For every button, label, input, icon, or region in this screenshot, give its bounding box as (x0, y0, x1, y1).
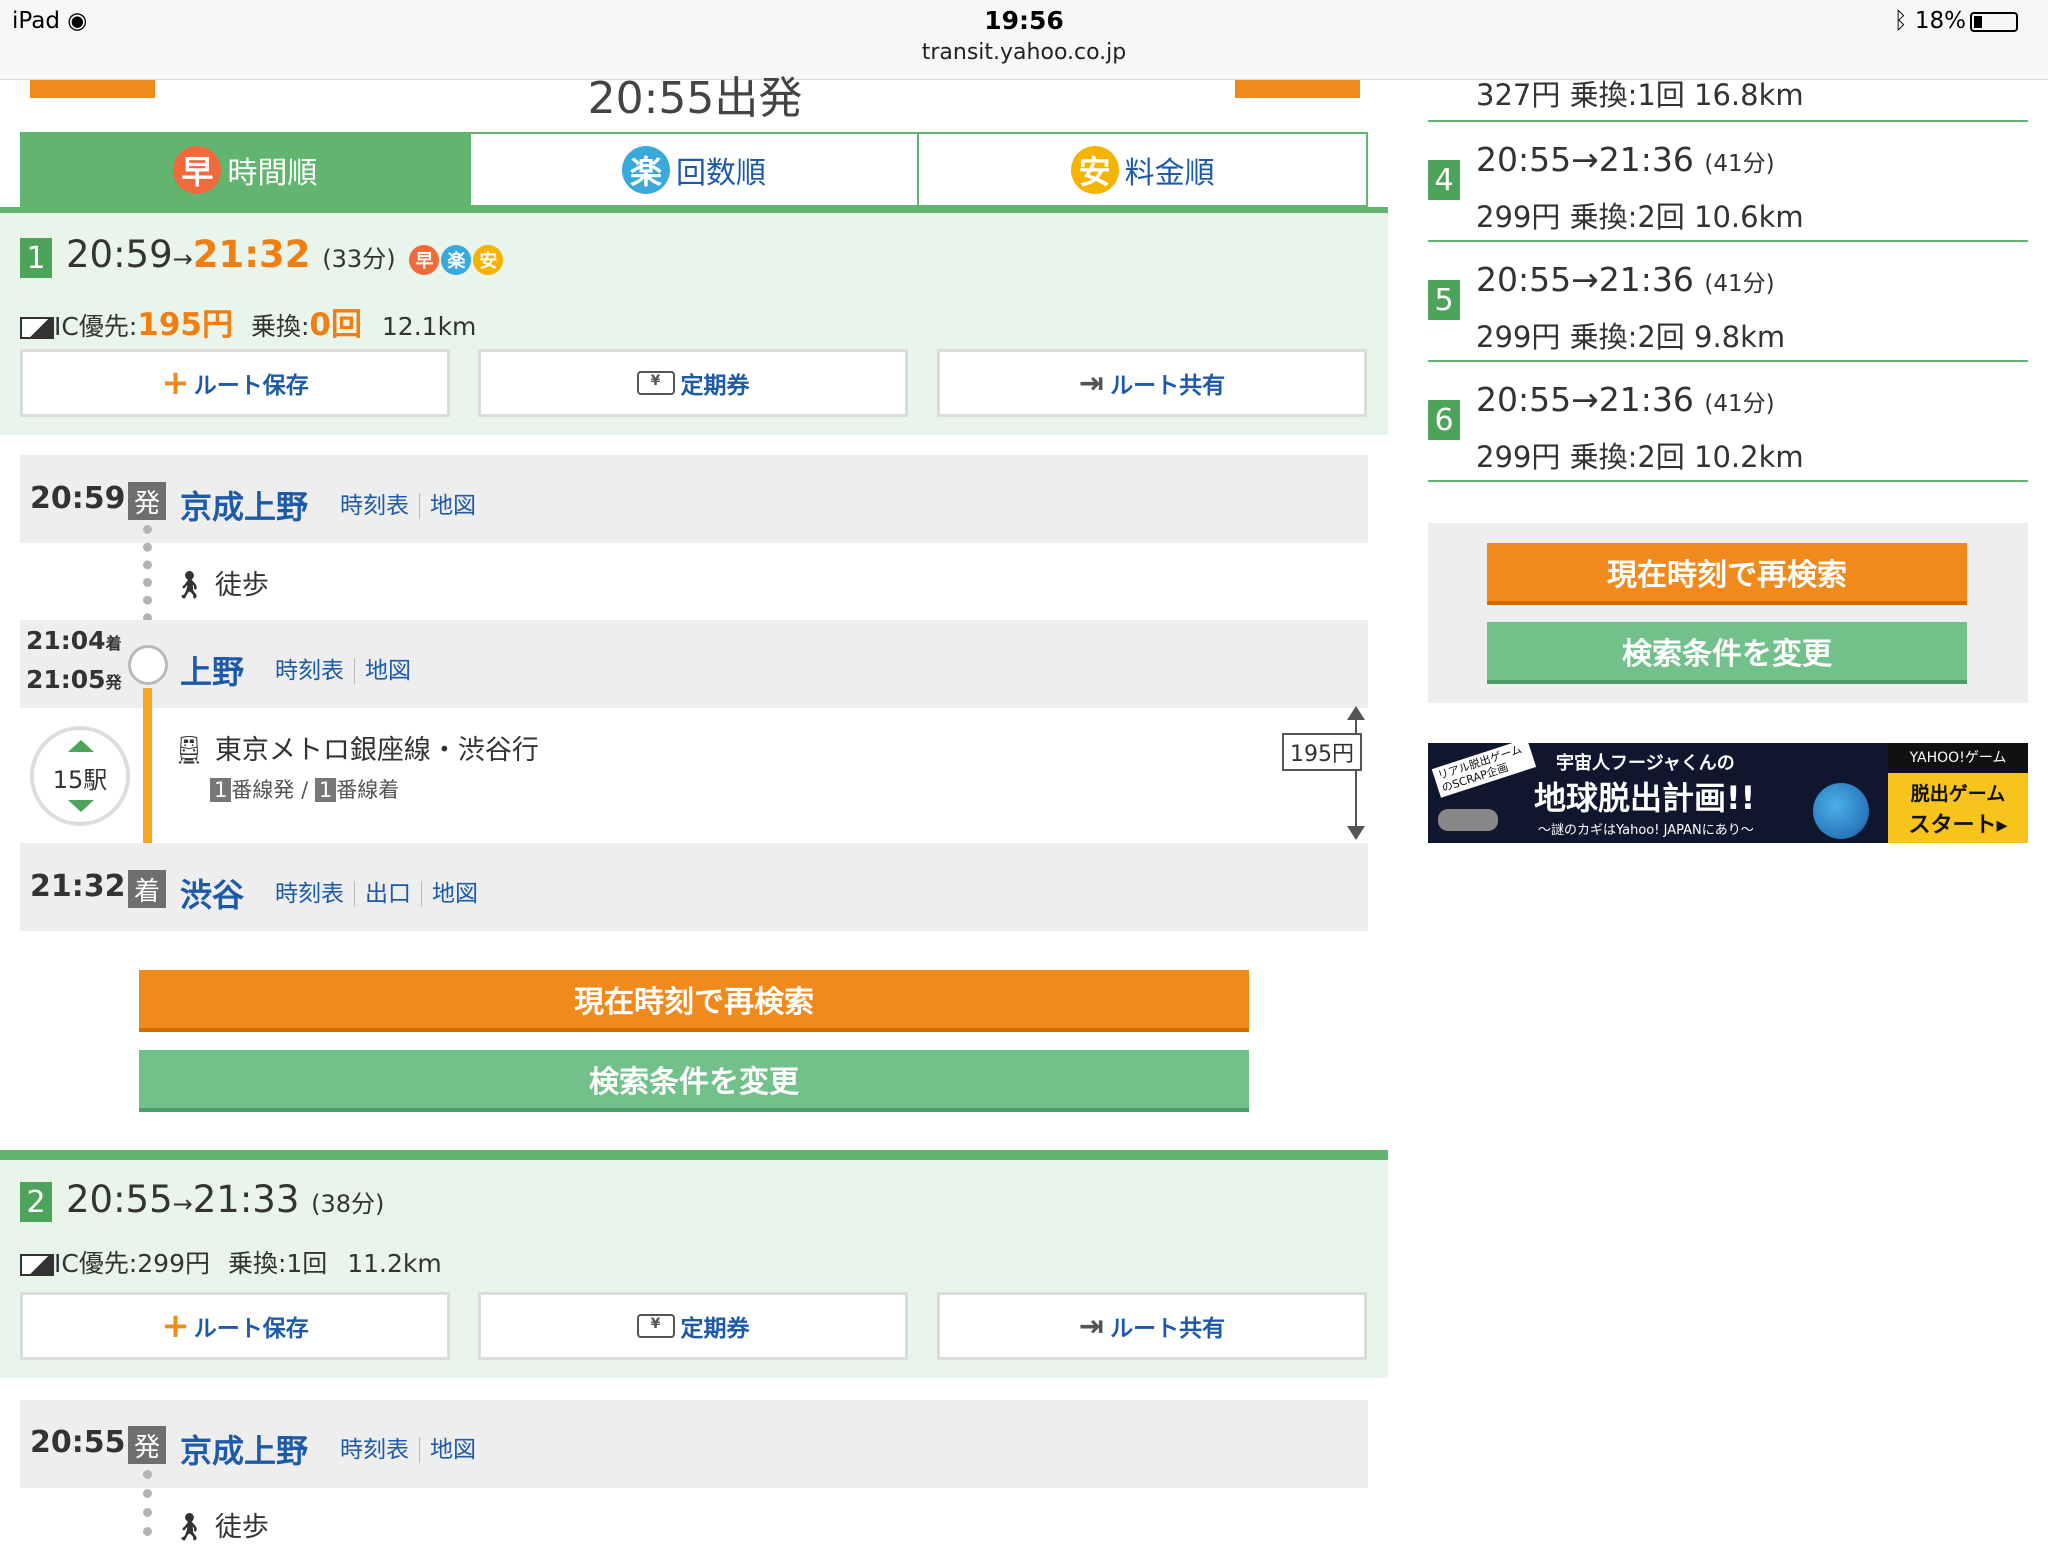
prev-button[interactable] (30, 80, 155, 98)
easy-icon: 楽 (441, 245, 472, 275)
timetable-link[interactable]: 時刻表 (275, 658, 354, 684)
route-2-summary: 2 20:55→21:33 (38分) IC優先:299円 乗換:1回 11.2… (0, 1160, 1388, 1378)
station-name[interactable]: 京成上野 (180, 482, 308, 528)
train-icon: 🚆︎ (172, 735, 207, 766)
walk-line (143, 1470, 152, 1536)
change-conditions-button[interactable]: 検索条件を変更 (1487, 622, 1967, 684)
ad-badge: リアル脱出ゲームのSCRAP企画 (1431, 743, 1537, 799)
ad-banner[interactable]: リアル脱出ゲームのSCRAP企画 宇宙人フージャくんの 地球脱出計画!! 〜謎の… (1428, 743, 2028, 843)
ic-card-icon (20, 317, 54, 339)
arrive-tag: 着 (128, 870, 166, 908)
earth-icon (1813, 783, 1869, 839)
next-button[interactable] (1235, 80, 1360, 98)
plus-icon: + (161, 1306, 190, 1346)
station-name[interactable]: 京成上野 (180, 1426, 308, 1472)
fast-icon: 早 (409, 245, 440, 275)
depart-tag: 発 (128, 1426, 166, 1464)
line-name: 東京メトロ銀座線・渋谷行 (214, 735, 539, 766)
commuter-pass-button[interactable]: ¥ 定期券 (478, 349, 908, 417)
ticket-icon: ¥ (636, 371, 675, 395)
transfer-station-circle (128, 645, 168, 685)
fast-icon: 早 (173, 145, 222, 194)
route-number: 2 (20, 1182, 52, 1222)
walk-icon: 🚶︎ (172, 1512, 207, 1543)
rocket-icon (1438, 809, 1498, 831)
ginza-line-bar (143, 688, 152, 843)
platform-info: 1 番線発 / 1 番線着 (210, 774, 399, 804)
save-route-button[interactable]: + ルート保存 (20, 1292, 450, 1360)
route-number: 1 (20, 238, 52, 278)
expand-down-icon (68, 800, 94, 812)
cheap-icon: 安 (1070, 145, 1119, 194)
timetable-link[interactable]: 時刻表 (340, 1437, 419, 1463)
timetable-link[interactable]: 時刻表 (340, 493, 419, 519)
share-icon: ⇥ (1078, 365, 1105, 401)
easy-icon: 楽 (622, 145, 670, 194)
side-route-item[interactable]: 6 20:55→21:36 (41分) 299円 乗換:2回 10.2km (1428, 380, 2028, 482)
route-2-divider (0, 1150, 1388, 1160)
share-route-button[interactable]: ⇥ ルート共有 (937, 1292, 1367, 1360)
cheap-icon: 安 (473, 245, 504, 275)
ic-card-icon (20, 1254, 54, 1276)
map-link[interactable]: 地図 (421, 881, 488, 907)
sort-tabs: 早時間順 楽回数順 安料金順 (20, 132, 1368, 207)
tab-transfer-order[interactable]: 楽回数順 (471, 134, 920, 205)
share-route-button[interactable]: ⇥ ルート共有 (937, 349, 1367, 417)
save-route-button[interactable]: + ルート保存 (20, 349, 450, 417)
side-route-item[interactable]: 327円 乗換:1回 16.8km (1428, 62, 2028, 122)
exit-link[interactable]: 出口 (354, 881, 421, 907)
route-1-summary: 1 20:59→21:32 (33分) 早楽安 IC優先:195円 乗換:0回 … (0, 213, 1388, 435)
station-name[interactable]: 上野 (180, 647, 244, 693)
change-conditions-button[interactable]: 検索条件を変更 (139, 1050, 1249, 1112)
segment-fare: 195円 (1282, 733, 1362, 771)
map-link[interactable]: 地図 (419, 1437, 486, 1463)
battery-icon (1970, 11, 2018, 32)
stops-count-button[interactable]: 15駅 (30, 726, 130, 826)
arrow-down-icon (1347, 826, 1365, 840)
map-link[interactable]: 地図 (419, 493, 486, 519)
side-route-item[interactable]: 4 20:55→21:36 (41分) 299円 乗換:2回 10.6km (1428, 140, 2028, 242)
walk-icon: 🚶︎ (172, 570, 207, 601)
map-link[interactable]: 地図 (354, 658, 421, 684)
clock: 19:56 (984, 6, 1064, 35)
ad-cta[interactable]: YAHOO!ゲーム 脱出ゲーム スタート▸ (1888, 743, 2028, 843)
tab-fare-order[interactable]: 安料金順 (919, 134, 1366, 205)
arrow-up-icon (1347, 706, 1365, 720)
ticket-icon: ¥ (636, 1314, 675, 1338)
research-now-button[interactable]: 現在時刻で再検索 (1487, 543, 1967, 605)
fare-range-line (1355, 712, 1357, 836)
research-now-button[interactable]: 現在時刻で再検索 (139, 970, 1249, 1032)
depart-tag: 発 (128, 482, 166, 520)
station-name[interactable]: 渋谷 (180, 870, 244, 916)
share-icon: ⇥ (1078, 1308, 1105, 1344)
timetable-link[interactable]: 時刻表 (275, 881, 354, 907)
battery-percent: 18% (1914, 8, 1966, 34)
plus-icon: + (161, 363, 190, 403)
commuter-pass-button[interactable]: ¥ 定期券 (478, 1292, 908, 1360)
bluetooth-icon: ᛒ (1893, 8, 1908, 34)
side-route-item[interactable]: 5 20:55→21:36 (41分) 299円 乗換:2回 9.8km (1428, 260, 2028, 362)
departure-time: 20:55出発 (587, 73, 803, 124)
expand-up-icon (68, 740, 94, 752)
tab-time-order[interactable]: 早時間順 (22, 134, 471, 205)
